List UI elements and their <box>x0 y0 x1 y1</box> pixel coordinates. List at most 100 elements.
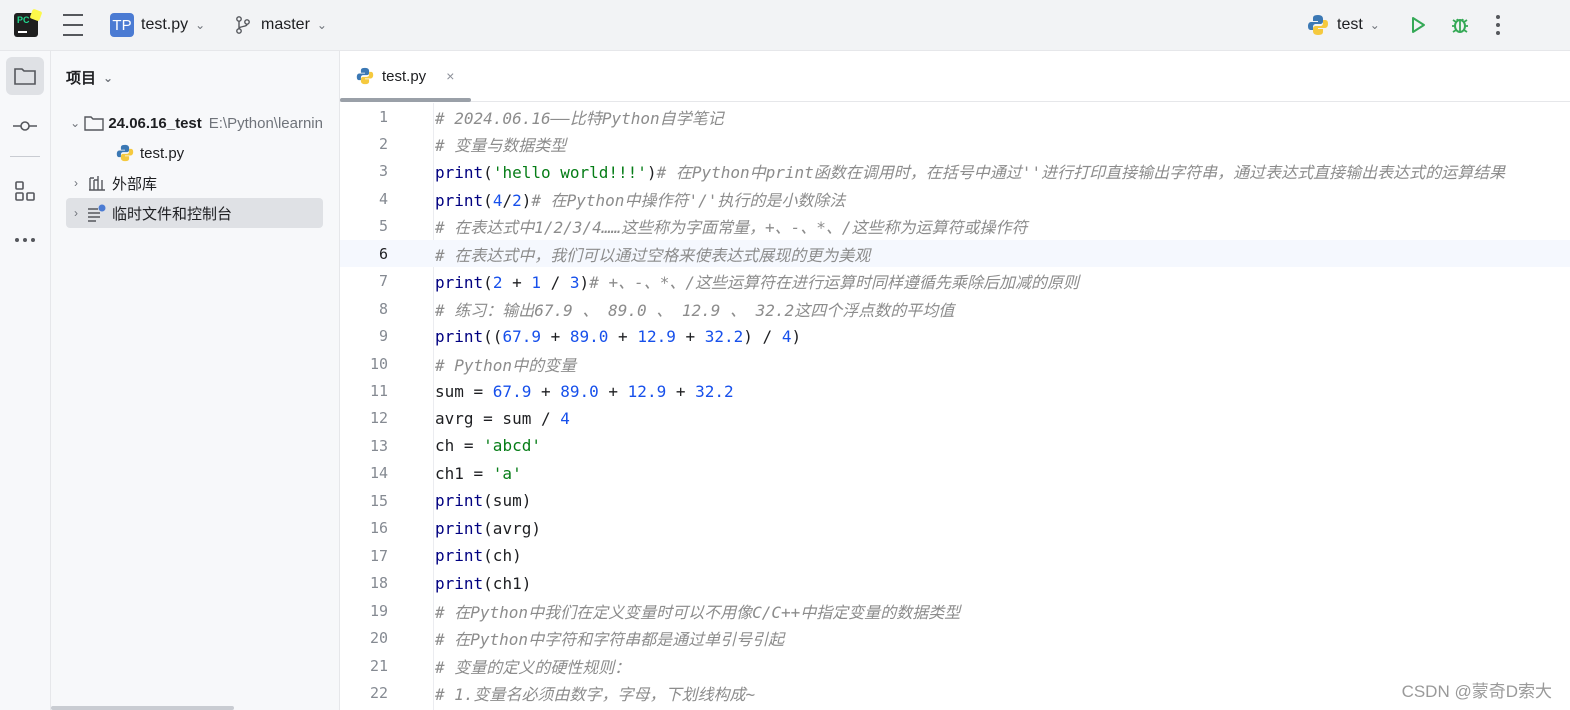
debug-button[interactable] <box>1450 0 1470 50</box>
line-number[interactable]: 18 <box>340 574 388 592</box>
code-line[interactable]: 3 print('hello world!!!')# 在Python中print函… <box>340 158 1570 185</box>
python-file-icon <box>114 144 136 162</box>
code-token: / <box>541 273 570 293</box>
code-line[interactable]: 10 # Python中的变量 <box>340 350 1570 377</box>
code-line[interactable]: 4 print(4/2)# 在Python中操作符'/'执行的是小数除法 <box>340 185 1570 212</box>
code-line[interactable]: 20 # 在Python中字符和字符串都是通过单引号引起 <box>340 625 1570 652</box>
chevron-down-icon: ⌄ <box>195 18 206 32</box>
line-number[interactable]: 15 <box>340 492 388 510</box>
tree-item-test-py[interactable]: test.py <box>114 138 323 168</box>
code-line[interactable]: 15 print(sum) <box>340 487 1570 514</box>
chevron-right-icon[interactable]: › <box>66 176 86 190</box>
close-icon[interactable]: × <box>446 68 454 84</box>
line-number[interactable]: 2 <box>340 135 388 153</box>
code-token: 89.0 <box>560 381 599 401</box>
code-token: (( <box>483 326 503 346</box>
code-line[interactable]: 19 # 在Python中我们在定义变量时可以不用像C/C++中指定变量的数据类型 <box>340 597 1570 624</box>
ellipsis-icon <box>15 238 35 242</box>
line-number[interactable]: 20 <box>340 629 388 647</box>
main-menu-icon[interactable] <box>62 0 84 50</box>
code-line[interactable]: 16 print(avrg) <box>340 515 1570 542</box>
code-editor[interactable]: 1 # 2024.06.16——比特Python自学笔记 2 # 变量与数据类型 3 pr… <box>340 103 1570 710</box>
project-panel-header[interactable]: 项目 ⌄ <box>66 67 113 88</box>
line-number[interactable]: 21 <box>340 657 388 675</box>
code-line[interactable]: 8 # 练习：输出67.9 、 89.0 、 12.9 、 32.2这四个浮点数的… <box>340 295 1570 322</box>
line-number[interactable]: 6 <box>340 245 388 263</box>
code-line[interactable]: 17 print(ch) <box>340 542 1570 569</box>
line-number[interactable]: 16 <box>340 519 388 537</box>
code-token: 4 <box>560 408 570 428</box>
code-line[interactable]: 2 # 变量与数据类型 <box>340 130 1570 157</box>
line-number[interactable]: 5 <box>340 217 388 235</box>
line-number[interactable]: 10 <box>340 355 388 373</box>
code-line[interactable]: 22 # 1.变量名必须由数字，字母，下划线构成~ <box>340 679 1570 706</box>
code-text: # 在表达式中，我们可以通过空格来使表达式展现的更为美观 <box>435 242 870 266</box>
chevron-down-icon[interactable]: ⌄ <box>66 116 84 130</box>
project-tool-button[interactable] <box>6 57 44 95</box>
line-number[interactable]: 7 <box>340 272 388 290</box>
commit-tool-button[interactable] <box>6 107 44 145</box>
code-line[interactable]: 1 # 2024.06.16——比特Python自学笔记 <box>340 103 1570 130</box>
code-line[interactable]: 11 sum = 67.9 + 89.0 + 12.9 + 32.2 <box>340 378 1570 405</box>
code-line[interactable]: 5 # 在表达式中1/2/3/4……这些称为字面常量，+、-、*、/这些称为运算符… <box>340 213 1570 240</box>
code-token: + <box>666 381 696 401</box>
code-line[interactable]: 18 print(ch1) <box>340 570 1570 597</box>
code-text: avrg = sum / 4 <box>435 409 570 428</box>
project-badge[interactable]: TP <box>110 13 134 37</box>
chevron-right-icon[interactable]: › <box>66 206 86 220</box>
code-line[interactable]: 9 print((67.9 + 89.0 + 12.9 + 32.2) / 4) <box>340 323 1570 350</box>
line-number[interactable]: 22 <box>340 684 388 702</box>
line-number[interactable]: 19 <box>340 602 388 620</box>
tab-test-py[interactable]: test.py × <box>340 51 471 102</box>
line-number[interactable]: 12 <box>340 409 388 427</box>
code-token: # 变量的定义的硬性规则： <box>435 657 631 677</box>
more-tools-icon[interactable] <box>6 221 44 259</box>
horizontal-scrollbar[interactable] <box>51 706 234 710</box>
code-token: avrg = sum / <box>435 408 561 428</box>
line-number[interactable]: 3 <box>340 162 388 180</box>
line-number[interactable]: 1 <box>340 108 388 126</box>
code-text: # 变量与数据类型 <box>435 132 566 156</box>
tree-item-project-root[interactable]: ⌄ 24.06.16_test E:\Python\learnin <box>66 108 323 138</box>
more-actions-icon[interactable] <box>1496 0 1500 50</box>
code-token: 32.2 <box>704 326 744 346</box>
code-line[interactable]: 13 ch = 'abcd' <box>340 432 1570 459</box>
line-number[interactable]: 11 <box>340 382 388 400</box>
code-text: print(avrg) <box>435 519 541 538</box>
code-token: + <box>598 381 628 401</box>
library-icon <box>86 174 108 192</box>
line-number[interactable]: 13 <box>340 437 388 455</box>
line-number[interactable]: 9 <box>340 327 388 345</box>
tree-item-external-libraries[interactable]: › 外部库 <box>66 168 323 198</box>
code-token: # 变量与数据类型 <box>435 135 567 155</box>
project-name: test.py <box>141 16 189 33</box>
code-line[interactable]: 7 print(2 + 1 / 3)# +、-、*、/这些运算符在进行运算时同样遵… <box>340 268 1570 295</box>
code-line[interactable]: 21 # 变量的定义的硬性规则： <box>340 652 1570 679</box>
tree-item-scratches[interactable]: › 临时文件和控制台 <box>66 198 323 228</box>
code-line[interactable]: 12 avrg = sum / 4 <box>340 405 1570 432</box>
line-number[interactable]: 17 <box>340 547 388 565</box>
run-config-selector[interactable]: test ⌄ <box>1307 0 1380 50</box>
panel-title: 项目 <box>66 70 97 87</box>
line-number[interactable]: 4 <box>340 190 388 208</box>
line-number[interactable]: 8 <box>340 300 388 318</box>
code-token: 2 <box>512 190 522 210</box>
code-token: 2 <box>492 273 503 293</box>
python-icon <box>1308 15 1328 35</box>
code-text: ch1 = 'a' <box>435 464 522 483</box>
code-token: ( <box>483 163 493 183</box>
project-switcher[interactable]: test.py ⌄ <box>141 0 205 50</box>
code-text: # Python中的变量 <box>435 352 576 376</box>
tree-item-label: test.py <box>140 144 185 162</box>
line-number[interactable]: 14 <box>340 464 388 482</box>
code-token: # Python中的变量 <box>435 355 577 375</box>
vcs-branch-widget[interactable]: master ⌄ <box>235 0 327 50</box>
code-token: 4 <box>781 326 792 346</box>
structure-tool-button[interactable] <box>6 172 44 210</box>
tree-item-label: 临时文件和控制台 <box>112 205 233 223</box>
code-line[interactable]: 6 # 在表达式中，我们可以通过空格来使表达式展现的更为美观 <box>340 240 1570 268</box>
code-token: + <box>608 326 638 346</box>
code-line[interactable]: 14 ch1 = 'a' <box>340 460 1570 487</box>
run-button[interactable] <box>1408 0 1428 50</box>
pycharm-logo-icon: PC <box>14 8 43 37</box>
